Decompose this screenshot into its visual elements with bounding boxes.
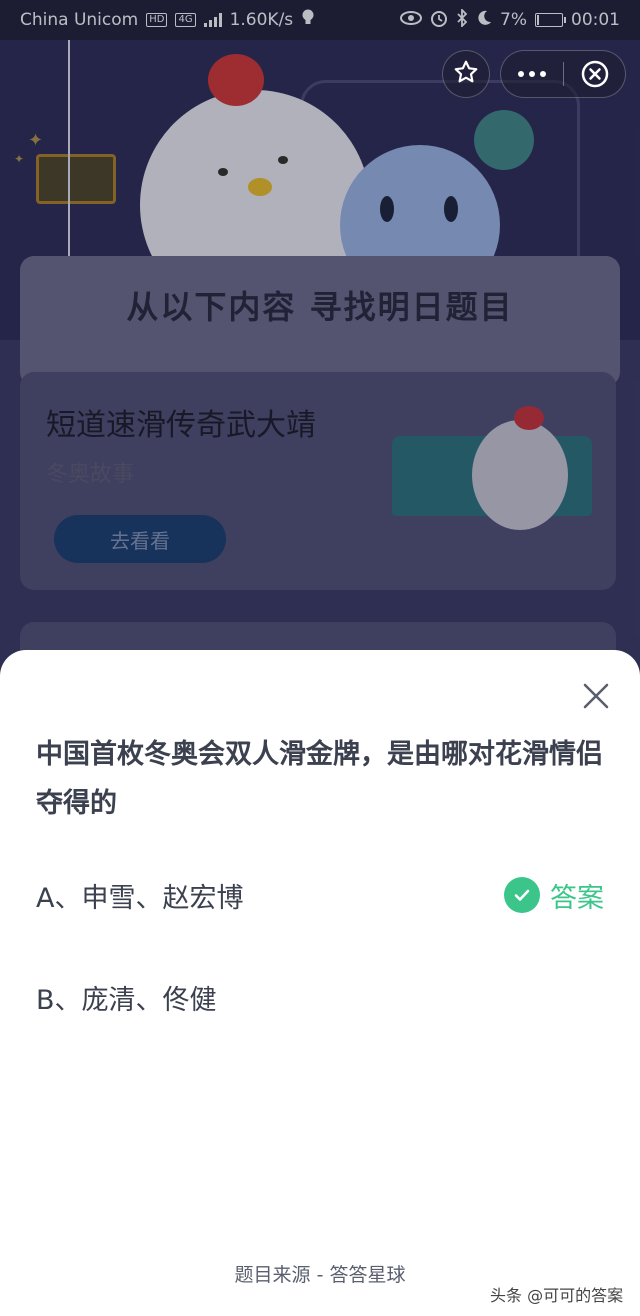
answer-tag: 答案 xyxy=(504,876,604,915)
option-a[interactable]: A、申雪、赵宏博 答案 xyxy=(36,870,604,920)
check-icon xyxy=(504,877,540,913)
option-label: A、申雪、赵宏博 xyxy=(36,882,244,914)
question-text: 中国首枚冬奥会双人滑金牌，是由哪对花滑情侣夺得的 xyxy=(36,739,603,819)
close-circle-icon[interactable] xyxy=(564,50,625,98)
more-icon[interactable] xyxy=(501,50,563,98)
option-label: B、庞清、佟健 xyxy=(36,984,217,1016)
answer-label: 答案 xyxy=(550,882,604,914)
watermark: 头条 @可可的答案 xyxy=(490,1286,624,1305)
close-icon[interactable] xyxy=(578,678,614,714)
answer-sheet: 中国首枚冬奥会双人滑金牌，是由哪对花滑情侣夺得的 A、申雪、赵宏博 答案 B、庞… xyxy=(0,650,640,1316)
favorite-button[interactable] xyxy=(442,50,490,98)
option-b[interactable]: B、庞清、佟健 xyxy=(36,972,604,1022)
mini-program-capsule xyxy=(500,50,626,98)
star-icon xyxy=(453,59,479,89)
